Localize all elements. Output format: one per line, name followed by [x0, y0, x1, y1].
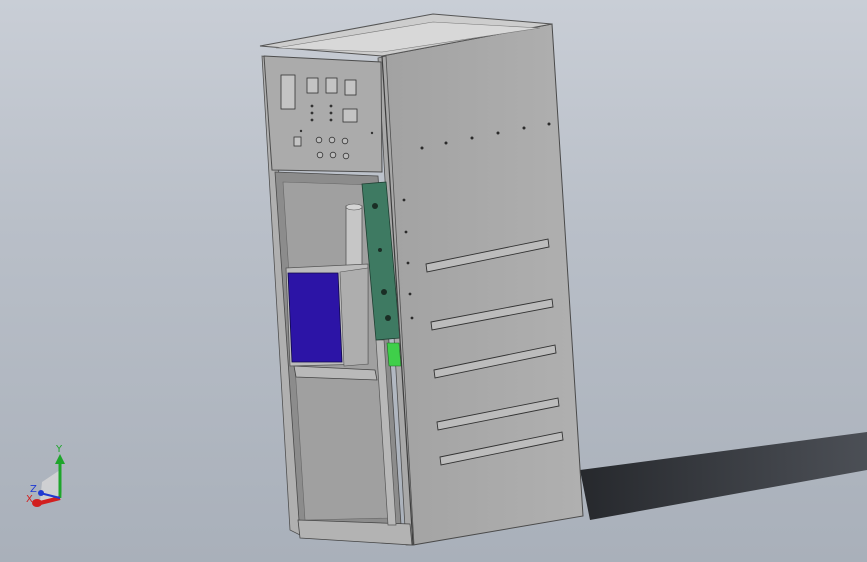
meter-cutout-4[interactable] [344, 79, 357, 96]
meter-cutout-2[interactable] [306, 77, 319, 94]
cabinet-side-panel[interactable] [381, 23, 584, 546]
green-terminal [386, 342, 402, 367]
blue-window-panel[interactable] [287, 272, 343, 363]
meter-cutout-5[interactable] [342, 108, 358, 123]
meter-cutout-1[interactable] [280, 74, 296, 110]
enclosure-side [339, 267, 369, 367]
selector-switch[interactable] [293, 136, 302, 147]
cylindrical-component[interactable] [345, 205, 363, 267]
meter-cutout-3[interactable] [325, 77, 338, 94]
x-axis-label: X [26, 494, 33, 505]
x-arrow-icon [32, 499, 42, 507]
cylinder-top [345, 203, 363, 211]
y-arrow-icon [55, 454, 65, 464]
z-arrow-icon [38, 490, 44, 496]
cabinet-shadow [580, 432, 867, 520]
cad-3d-viewport[interactable] [0, 0, 867, 562]
y-axis-label: Y [55, 444, 63, 455]
orientation-triad[interactable]: Y Z X [22, 440, 82, 510]
